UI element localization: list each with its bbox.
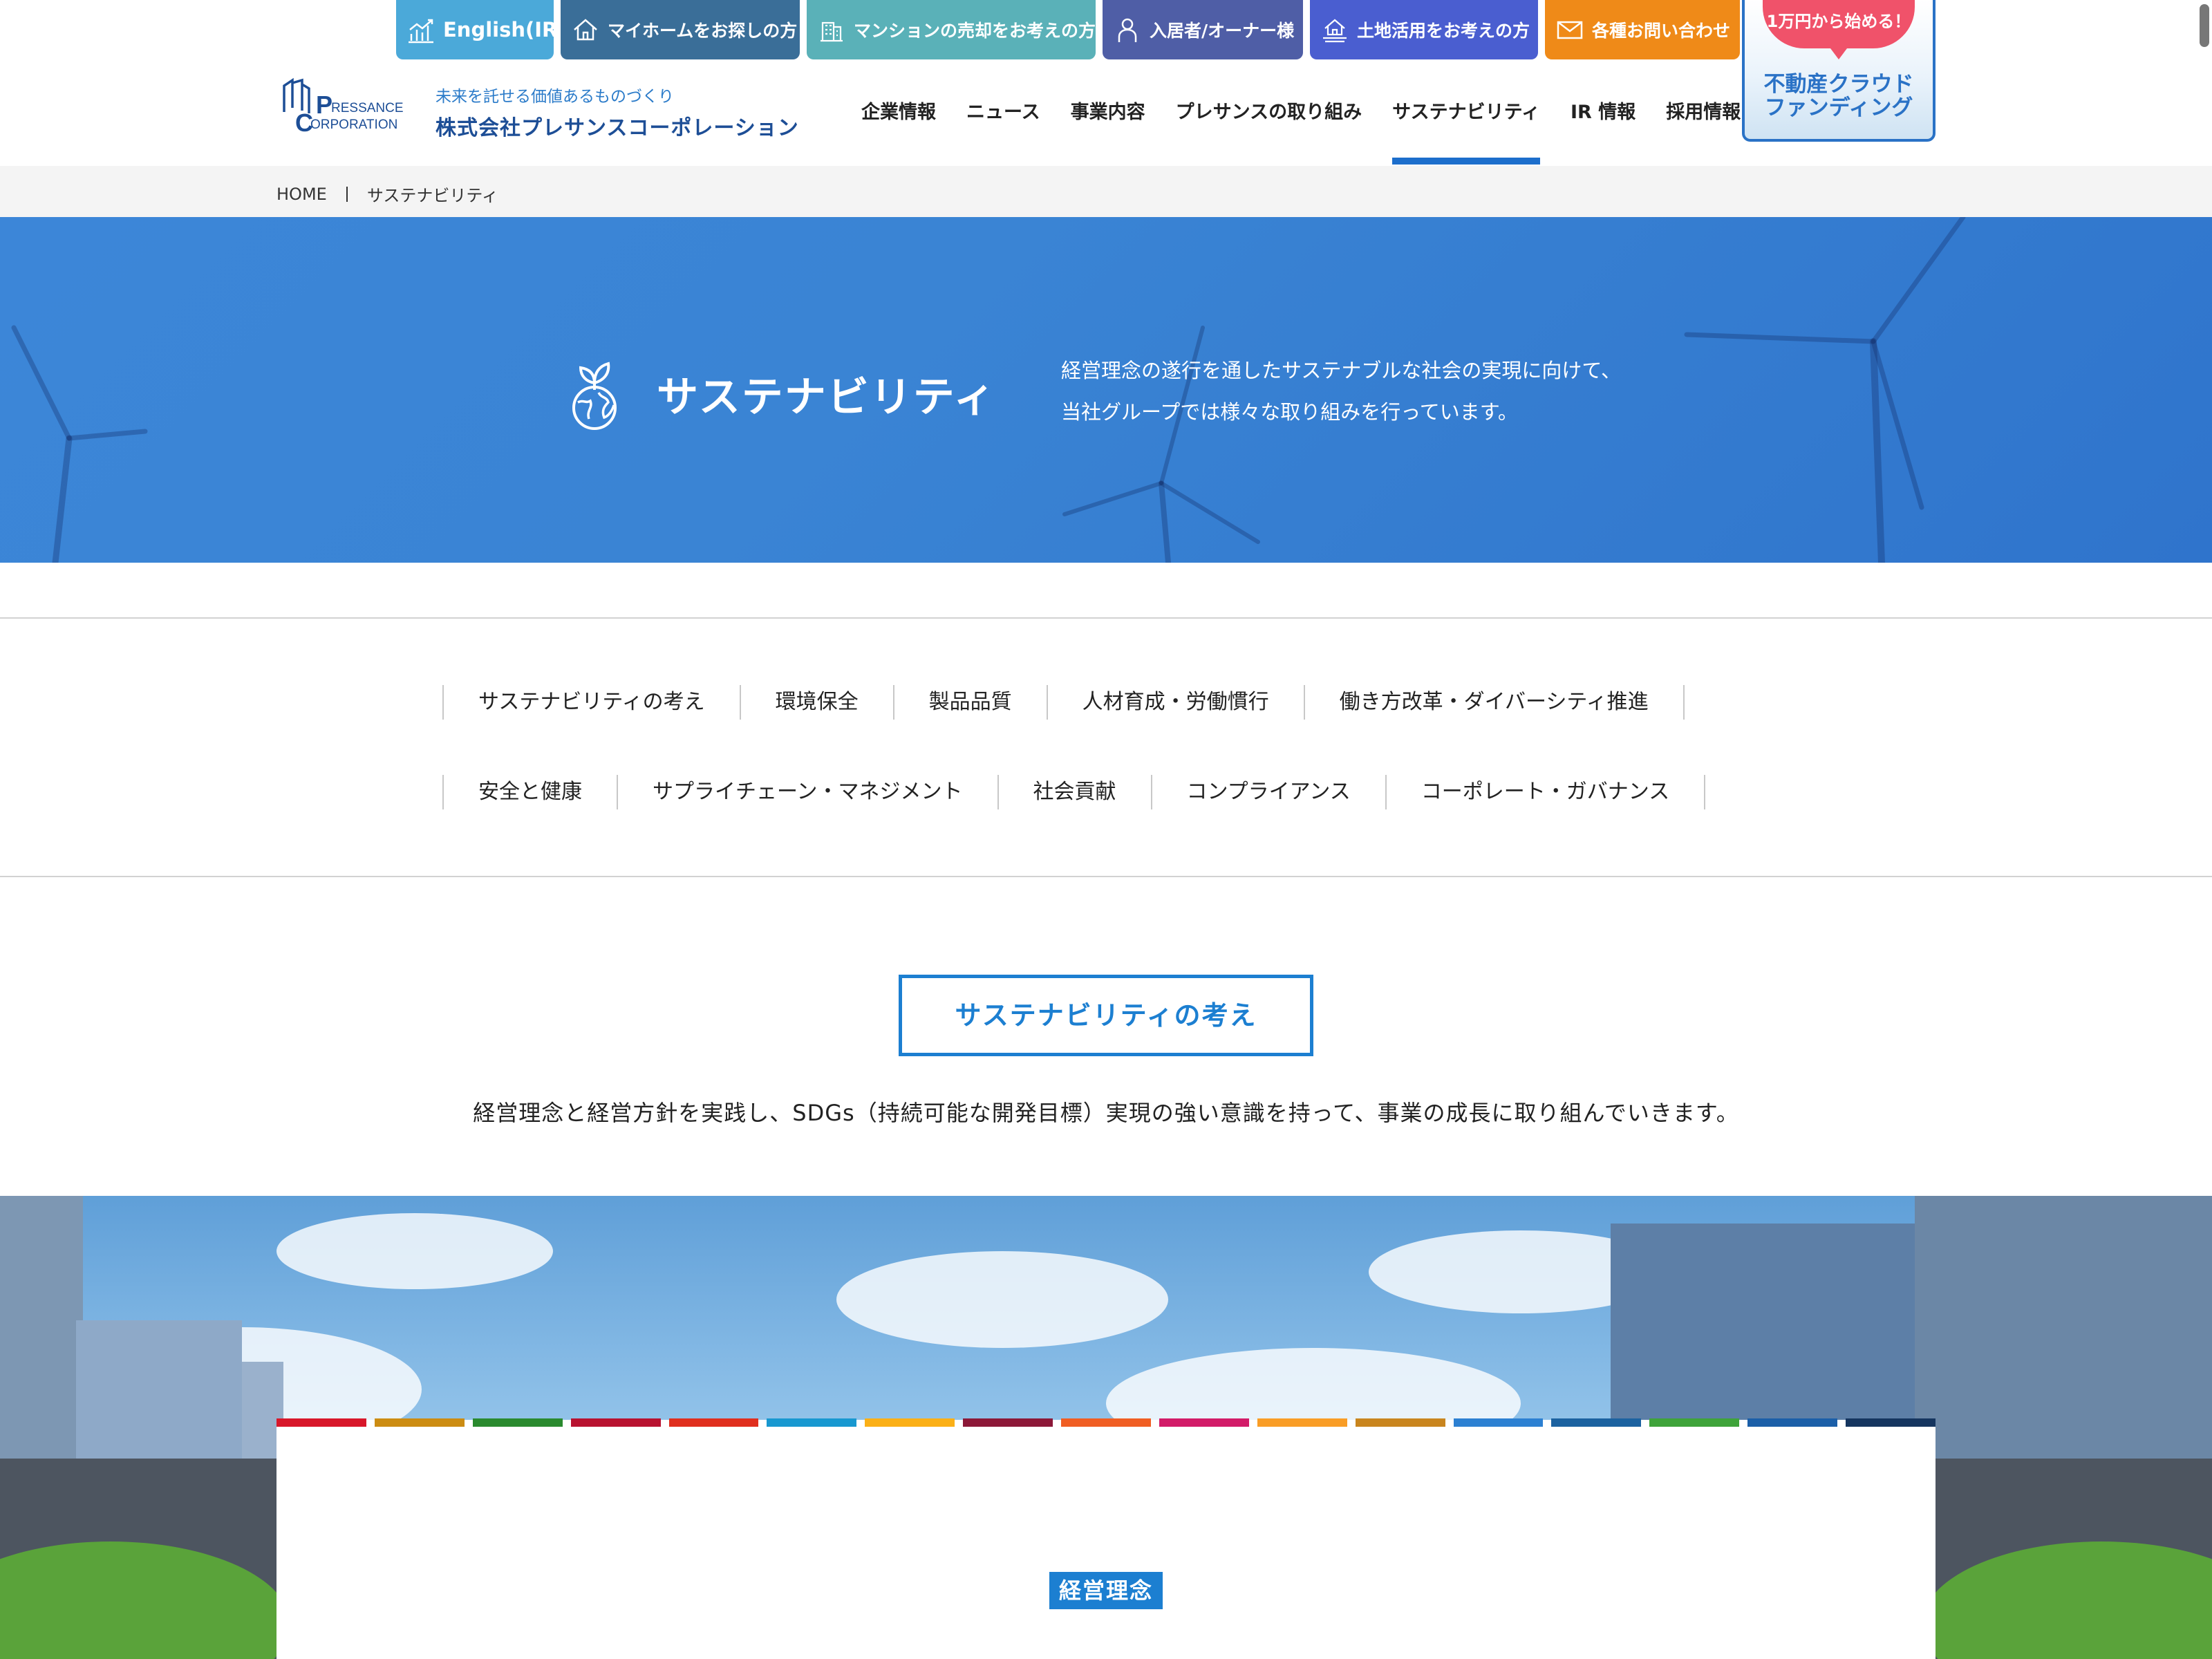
svg-text:P: P (316, 91, 332, 119)
land-use-button[interactable]: 土地活用をお考えの方 (1310, 0, 1538, 59)
sprout-globe-icon (572, 362, 617, 430)
home-search-button[interactable]: マイホームをお探しの方 (561, 0, 800, 59)
chart-up-icon (409, 19, 433, 44)
logo-text-line2: ORPORATION (310, 118, 397, 132)
building-icon (821, 21, 843, 42)
owner-button[interactable]: 入居者/オーナー様 (1103, 0, 1303, 59)
section-lead: 経営理念と経営方針を実践し、SDGs（持続可能な開発目標）実現の強い意識を持って… (473, 1100, 1739, 1126)
land-house-icon (1323, 19, 1347, 43)
subnav-row-2: 安全と健康 サプライチェーン・マネジメント 社会貢献 コンプライアンス コーポレ… (442, 775, 1706, 809)
house-icon (574, 19, 597, 41)
crowdfunding-badge: 1万円から始める！ (1763, 0, 1915, 59)
nav-item-initiatives[interactable]: プレサンスの取り組み (1176, 97, 1362, 124)
nav-item-business[interactable]: 事業内容 (1071, 97, 1145, 124)
crowdfunding-title: 不動産クラウド ファンディング (1745, 73, 1933, 120)
subnav-item-diversity[interactable]: 働き方改革・ダイバーシティ推進 (1303, 685, 1685, 720)
scrollbar-thumb[interactable] (2200, 4, 2209, 47)
crowdfunding-title-line2: ファンディング (1764, 95, 1913, 120)
breadcrumb-separator (346, 186, 348, 202)
subnav-top-divider (0, 617, 2212, 619)
home-search-label: マイホームをお探しの方 (608, 21, 798, 41)
contact-button[interactable]: 各種お問い合わせ (1545, 0, 1740, 59)
sdg-stripe (865, 1418, 955, 1427)
logo-text-line1: RESSANCE (331, 101, 404, 115)
subnav-item-governance[interactable]: コーポレート・ガバナンス (1385, 775, 1706, 809)
subnav-item-social[interactable]: 社会貢献 (997, 775, 1151, 809)
hero-title: サステナビリティ (657, 373, 997, 422)
logo-mark-icon: P RESSANCE C ORPORATION (283, 77, 404, 137)
hero-description-line2: 当社グループでは様々な取り組みを行っています。 (1061, 400, 1518, 424)
nav-item-ir[interactable]: IR 情報 (1571, 97, 1635, 124)
subnav-bottom-divider (0, 876, 2212, 877)
sdg-stripe (570, 1418, 661, 1427)
breadcrumb: HOME サステナビリティ (0, 166, 2212, 217)
nav-item-recruit[interactable]: 採用情報 (1666, 97, 1741, 124)
subnav-item-compliance[interactable]: コンプライアンス (1150, 775, 1385, 809)
sdg-stripe (1747, 1418, 1838, 1427)
global-nav: 企業情報 ニュース 事業内容 プレサンスの取り組み サステナビリティ IR 情報… (861, 97, 1771, 165)
nav-item-news[interactable]: ニュース (966, 97, 1040, 124)
mail-icon (1557, 21, 1583, 39)
owner-label: 入居者/オーナー様 (1150, 21, 1295, 41)
section-title: サステナビリティの考え (899, 975, 1313, 1056)
philosophy-card (276, 1420, 1936, 1659)
hero-description: 経営理念の遂行を通したサステナブルな社会の実現に向けて、 当社グループでは様々な… (1061, 350, 1621, 433)
land-use-label: 土地活用をお考えの方 (1357, 21, 1530, 41)
breadcrumb-home[interactable]: HOME (276, 185, 327, 204)
hero-description-line1: 経営理念の遂行を通したサステナブルな社会の実現に向けて、 (1061, 359, 1621, 382)
sdg-stripe (1257, 1418, 1347, 1427)
sdg-stripe (374, 1418, 465, 1427)
sdg-stripe (1061, 1418, 1151, 1427)
subnav-item-quality[interactable]: 製品品質 (892, 685, 1047, 720)
subnav-item-environment[interactable]: 環境保全 (739, 685, 893, 720)
sdg-stripe (1159, 1418, 1249, 1427)
nav-item-company[interactable]: 企業情報 (861, 97, 936, 124)
company-logo[interactable]: P RESSANCE C ORPORATION (280, 76, 411, 137)
card-label-philosophy: 経営理念 (1049, 1572, 1163, 1609)
hero-banner: サステナビリティ 経営理念の遂行を通したサステナブルな社会の実現に向けて、 当社… (0, 217, 2212, 563)
subnav-item-supply-chain[interactable]: サプライチェーン・マネジメント (617, 775, 997, 809)
sdg-stripe (1453, 1418, 1544, 1427)
subnav-item-hr[interactable]: 人材育成・労働慣行 (1046, 685, 1304, 720)
tagline: 未来を託せる価値あるものづくり (435, 88, 674, 106)
sdg-stripe (1649, 1418, 1740, 1427)
english-ir-button[interactable]: English(IR) (396, 0, 567, 59)
sdg-stripe (963, 1418, 1053, 1427)
utility-bar: English(IR) マイホームをお探しの方 マンションの売却をお考えの方 入… (396, 0, 1740, 59)
sdg-stripe (472, 1418, 563, 1427)
contact-label: 各種お問い合わせ (1592, 21, 1731, 41)
subnav-item-policy[interactable]: サステナビリティの考え (442, 685, 740, 720)
sdg-stripe (1846, 1418, 1936, 1427)
mansion-sell-label: マンションの売却をお考えの方 (854, 21, 1096, 41)
sdg-stripe (668, 1418, 759, 1427)
crowdfunding-title-line1: 不動産クラウド (1763, 72, 1914, 97)
company-name[interactable]: 株式会社プレサンスコーポレーション (435, 111, 799, 141)
person-icon (1118, 18, 1137, 42)
nav-item-sustainability[interactable]: サステナビリティ (1392, 97, 1540, 165)
sdg-stripe (1355, 1418, 1445, 1427)
subnav-row-1: サステナビリティの考え 環境保全 製品品質 人材育成・労働慣行 働き方改革・ダイ… (442, 685, 1685, 720)
sdg-stripe (767, 1418, 857, 1427)
sdg-stripe (1551, 1418, 1642, 1427)
breadcrumb-current: サステナビリティ (366, 186, 498, 205)
sdg-stripe (276, 1418, 366, 1427)
subnav-item-safety[interactable]: 安全と健康 (442, 775, 617, 809)
english-ir-label: English(IR) (443, 18, 567, 41)
mansion-sell-button[interactable]: マンションの売却をお考えの方 (807, 0, 1096, 59)
